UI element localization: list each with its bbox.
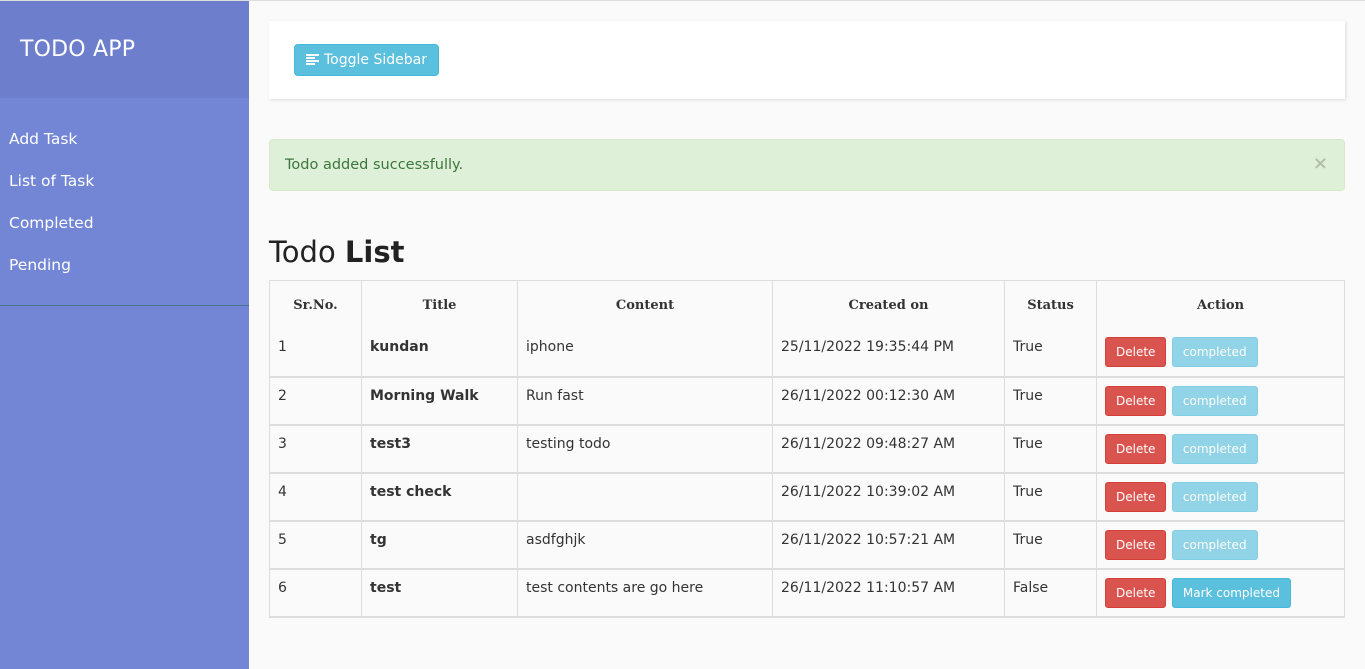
close-icon[interactable]: × (1313, 153, 1328, 174)
todo-table: Sr.No. Title Content Created on Status A… (269, 280, 1345, 618)
row-created: 26/11/2022 10:39:02 AM (772, 472, 1005, 522)
page-title-normal: Todo (269, 235, 345, 269)
sidebar-item-label[interactable]: Pending (9, 256, 71, 274)
sidebar-header: TODO APP (0, 1, 249, 98)
page-title: Todo List (269, 235, 1345, 270)
success-alert: Todo added successfully. × (269, 139, 1345, 191)
sidebar-item-completed[interactable]: Completed (0, 202, 249, 244)
row-number: 5 (269, 520, 362, 570)
row-content (517, 472, 773, 522)
row-content: iphone (517, 329, 773, 378)
column-header: Title (361, 280, 518, 329)
sidebar: TODO APP Add Task List of Task Completed… (0, 1, 249, 669)
table-row: 3 test3 testing todo 26/11/2022 09:48:27… (269, 424, 1345, 474)
delete-button[interactable]: Delete (1105, 337, 1167, 367)
table-row: 2 Morning Walk Run fast 26/11/2022 00:12… (269, 376, 1345, 426)
row-created: 26/11/2022 00:12:30 AM (772, 376, 1005, 426)
row-actions: Delete Mark completed (1096, 568, 1345, 618)
row-status: True (1004, 520, 1097, 570)
row-content: asdfghjk (517, 520, 773, 570)
completed-button[interactable]: completed (1171, 482, 1258, 512)
row-title: test (361, 568, 518, 618)
row-number: 4 (269, 472, 362, 522)
row-actions: Delete completed (1096, 329, 1345, 378)
completed-button[interactable]: completed (1171, 337, 1258, 367)
sidebar-item-label[interactable]: Add Task (9, 130, 77, 148)
align-left-icon (306, 54, 319, 66)
row-number: 2 (269, 376, 362, 426)
mark-completed-button[interactable]: Mark completed (1171, 578, 1291, 608)
column-header: Sr.No. (269, 280, 362, 329)
main-content: Toggle Sidebar Todo added successfully. … (269, 21, 1345, 618)
row-status: True (1004, 424, 1097, 474)
row-created: 26/11/2022 10:57:21 AM (772, 520, 1005, 570)
row-status: True (1004, 472, 1097, 522)
completed-button[interactable]: completed (1171, 530, 1258, 560)
delete-button[interactable]: Delete (1105, 482, 1167, 512)
row-number: 6 (269, 568, 362, 618)
sidebar-item-label[interactable]: List of Task (9, 172, 94, 190)
sidebar-item-list-of-task[interactable]: List of Task (0, 160, 249, 202)
row-title: kundan (361, 329, 518, 378)
sidebar-item-label[interactable]: Completed (9, 214, 94, 232)
row-actions: Delete completed (1096, 376, 1345, 426)
table-row: 5 tg asdfghjk 26/11/2022 10:57:21 AM Tru… (269, 520, 1345, 570)
row-title: tg (361, 520, 518, 570)
column-header: Content (517, 280, 773, 329)
row-title: test3 (361, 424, 518, 474)
sidebar-menu: Add Task List of Task Completed Pending (0, 98, 249, 306)
delete-button[interactable]: Delete (1105, 578, 1167, 608)
row-content: testing todo (517, 424, 773, 474)
row-actions: Delete completed (1096, 424, 1345, 474)
table-row: 4 test check 26/11/2022 10:39:02 AM True… (269, 472, 1345, 522)
sidebar-item-add-task[interactable]: Add Task (0, 118, 249, 160)
completed-button[interactable]: completed (1171, 386, 1258, 416)
completed-button[interactable]: completed (1171, 434, 1258, 464)
column-header: Action (1096, 280, 1345, 329)
row-content: test contents are go here (517, 568, 773, 618)
delete-button[interactable]: Delete (1105, 386, 1167, 416)
sidebar-item-pending[interactable]: Pending (0, 244, 249, 286)
row-created: 25/11/2022 19:35:44 PM (772, 329, 1005, 378)
app-title: TODO APP (20, 37, 136, 62)
alert-message: Todo added successfully. (285, 157, 464, 173)
row-status: True (1004, 329, 1097, 378)
table-row: 6 test test contents are go here 26/11/2… (269, 568, 1345, 618)
column-header: Created on (772, 280, 1005, 329)
row-created: 26/11/2022 09:48:27 AM (772, 424, 1005, 474)
table-row: 1 kundan iphone 25/11/2022 19:35:44 PM T… (269, 329, 1345, 378)
row-status: True (1004, 376, 1097, 426)
row-title: Morning Walk (361, 376, 518, 426)
row-status: False (1004, 568, 1097, 618)
toggle-sidebar-label: Toggle Sidebar (324, 52, 427, 68)
table-header-row: Sr.No. Title Content Created on Status A… (269, 280, 1345, 329)
row-actions: Delete completed (1096, 472, 1345, 522)
row-content: Run fast (517, 376, 773, 426)
toggle-sidebar-button[interactable]: Toggle Sidebar (294, 44, 439, 76)
top-navbar: Toggle Sidebar (269, 21, 1345, 99)
row-number: 1 (269, 329, 362, 378)
page-title-bold: List (344, 235, 405, 269)
delete-button[interactable]: Delete (1105, 530, 1167, 560)
column-header: Status (1004, 280, 1097, 329)
row-created: 26/11/2022 11:10:57 AM (772, 568, 1005, 618)
row-title: test check (361, 472, 518, 522)
row-actions: Delete completed (1096, 520, 1345, 570)
row-number: 3 (269, 424, 362, 474)
delete-button[interactable]: Delete (1105, 434, 1167, 464)
